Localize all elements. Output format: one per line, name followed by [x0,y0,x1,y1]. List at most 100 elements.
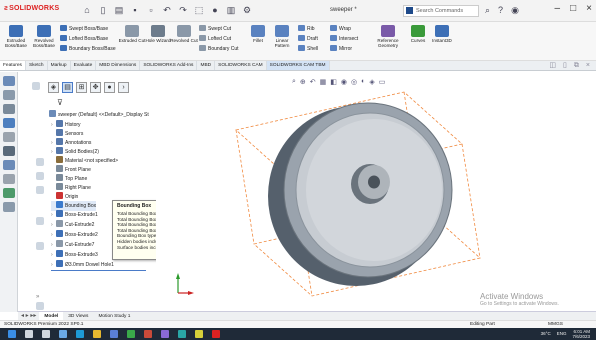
tab-markup[interactable]: Markup [48,61,71,70]
property-manager-tab-icon[interactable]: ▤ [62,82,73,93]
cam-icon[interactable] [2,188,15,198]
graphics-area[interactable] [156,72,596,311]
close-doc-icon[interactable]: × [586,61,590,71]
tab-model[interactable]: Model [39,312,64,320]
tab-sketch[interactable]: Sketch [26,61,48,70]
windows-start-icon[interactable] [8,330,16,338]
apply-scene-icon[interactable]: ◈ [369,78,374,86]
file-explorer-taskbar-icon[interactable] [93,330,101,338]
tab-addins[interactable]: SOLIDWORKS Add-Ins [140,61,198,70]
tab-mbd-dimensions[interactable]: MBD Dimensions [96,61,141,70]
tab-cam[interactable]: SOLIDWORKS CAM [215,61,267,70]
shell-button[interactable]: Shell [298,45,318,53]
tree-item-boss-extrude1[interactable]: › Boss-Extrude1 [51,210,98,220]
solidworks-logo[interactable]: ƨSOLIDWORKS [4,5,59,12]
feature-manager-tab-icon[interactable]: ◈ [48,82,59,93]
design-library-icon[interactable] [2,90,15,100]
forum-icon[interactable] [2,160,15,170]
open-icon[interactable]: ▤ [114,4,124,16]
options-icon[interactable]: ⚙ [242,4,252,16]
close-button[interactable]: × [586,3,592,14]
store-icon[interactable] [110,330,118,338]
lofted-cut-button[interactable]: Lofted Cut [199,35,231,43]
reference-geometry-button[interactable]: Reference Geometry [372,25,404,48]
tile-icon[interactable]: ▯ [563,61,567,71]
help-icon[interactable]: ? [498,5,503,16]
new-document-icon[interactable]: ▯ [98,4,108,16]
view-settings-icon[interactable]: ▭ [379,78,386,86]
tree-item-dowel-hole[interactable]: › Ø3.0mm Dowel Hole1 [51,260,114,270]
display-style-icon[interactable]: ◉ [341,78,347,86]
toolbox-icon[interactable] [2,174,15,184]
zoom-area-icon[interactable]: ⊕ [300,78,306,86]
tree-item-cut-extrude2[interactable]: › Cut-Extrude2 [51,220,94,230]
app-icon[interactable] [178,330,186,338]
draft-button[interactable]: Draft [298,35,318,43]
instant3d-button[interactable]: Instant3D [428,25,456,43]
swept-cut-button[interactable]: Swept Cut [199,25,231,33]
tree-item-boss-extrude3[interactable]: › Boss-Extrude3 [51,250,98,260]
minimize-button[interactable]: – [555,3,561,14]
search-commands-input[interactable]: Search Commands [403,5,479,17]
zoom-to-fit-icon[interactable]: ⌕ [292,78,296,86]
linear-pattern-button[interactable]: Linear Pattern [268,25,296,48]
app-icon[interactable] [161,330,169,338]
home-icon[interactable]: ⌂ [82,4,92,16]
rebuild-icon[interactable]: ● [210,4,220,16]
tree-root-part[interactable]: sweeper (Default) <<Default>_Display St [49,110,149,120]
file-explorer-icon[interactable] [2,104,15,114]
revolved-cut-button[interactable]: Revolved Cut [170,25,198,43]
solidworks-resources-icon[interactable] [2,76,15,86]
chrome-icon[interactable] [127,330,135,338]
expand-tabs-icon[interactable]: › [118,82,129,93]
lofted-boss-button[interactable]: Lofted Boss/Base [60,35,108,43]
appearances-icon[interactable] [2,132,15,142]
tab-nav-arrows[interactable]: ◂ ▸ ▸▸ [18,312,39,320]
tab-motion-study[interactable]: Motion Study 1 [93,312,135,320]
custom-properties-icon[interactable] [2,146,15,156]
swept-boss-button[interactable]: Swept Boss/Base [60,25,108,33]
taskbar-search-icon[interactable] [25,330,33,338]
file-properties-icon[interactable]: ▥ [226,4,236,16]
print-icon[interactable]: ▫ [146,4,156,16]
configuration-manager-tab-icon[interactable]: ⊞ [76,82,87,93]
tab-mbd[interactable]: MBD [197,61,216,70]
undo-icon[interactable]: ↶ [162,4,172,16]
scroll-arrow-icon[interactable]: » [36,294,39,300]
app-icon[interactable] [144,330,152,338]
redo-icon[interactable]: ↷ [178,4,188,16]
extruded-boss-button[interactable]: Extruded Boss/Base [2,25,30,48]
tree-item-cut-extrude7[interactable]: › Cut-Extrude7 [51,240,94,250]
weather-widget[interactable]: 36°C [541,329,551,339]
tree-item-boss-extrude2[interactable]: › Boss-Extrude2 [51,230,98,240]
section-view-icon[interactable]: ▦ [320,78,327,86]
tab-features[interactable]: Features [0,61,26,70]
user-icon[interactable]: ◉ [511,5,519,16]
previous-view-icon[interactable]: ↶ [310,78,316,86]
clock[interactable]: 6:01 AM 7/6/2023 [572,329,590,339]
intersect-button[interactable]: Intersect [330,35,358,43]
save-icon[interactable]: ▪ [130,4,140,16]
revolved-boss-button[interactable]: Revolved Boss/Base [30,25,58,48]
view-palette-icon[interactable] [2,118,15,128]
mirror-button[interactable]: Mirror [330,45,352,53]
search-icon[interactable]: ⌕ [485,5,490,16]
extruded-cut-button[interactable]: Extruded Cut [118,25,146,43]
display-manager-tab-icon[interactable]: ● [104,82,115,93]
solidworks-taskbar-icon[interactable] [212,330,220,338]
widgets-icon[interactable] [59,330,67,338]
language-indicator[interactable]: ENG [557,329,567,339]
view-orientation-icon[interactable]: ◧ [330,78,337,86]
app-icon[interactable] [195,330,203,338]
hole-wizard-button[interactable]: Hole Wizard [144,25,172,43]
window-menu-icon[interactable]: ⧉ [574,61,579,71]
hide-show-icon[interactable]: ◎ [351,78,357,86]
filter-icon[interactable]: ⊽ [57,98,63,107]
restore-icon[interactable]: ◫ [549,61,556,71]
model-viewport[interactable] [156,72,596,311]
task-view-icon[interactable] [42,330,50,338]
maximize-button[interactable]: □ [570,3,576,14]
tab-3d-views[interactable]: 3D Views [63,312,93,320]
edit-appearance-icon[interactable]: ◐ [361,78,365,86]
select-icon[interactable]: ⬚ [194,4,204,16]
